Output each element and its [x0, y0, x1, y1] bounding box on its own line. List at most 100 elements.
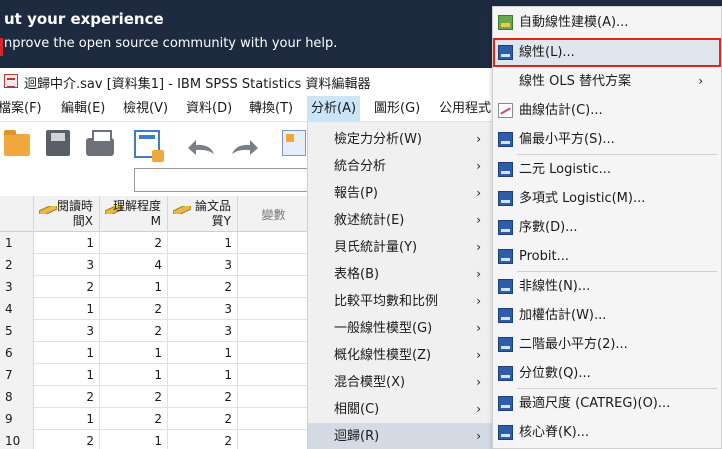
save-icon[interactable] — [46, 130, 70, 156]
menu-utilities[interactable]: 公用程式 — [435, 96, 495, 122]
table-cell[interactable]: 2 — [100, 408, 168, 430]
table-cell[interactable]: 2 — [168, 386, 238, 408]
table-cell[interactable]: 3 — [168, 298, 238, 320]
print-icon[interactable] — [86, 130, 114, 156]
menu-item-correlate[interactable]: 相關(C) › — [308, 396, 495, 423]
row-number[interactable]: 7 — [0, 364, 34, 386]
open-folder-icon[interactable] — [4, 130, 30, 156]
table-cell[interactable]: 1 — [34, 232, 100, 254]
table-cell[interactable]: 2 — [34, 276, 100, 298]
table-cell[interactable]: 1 — [34, 342, 100, 364]
menu-item-general-linear-model[interactable]: 一般線性模型(G) › — [308, 315, 495, 342]
row-number[interactable]: 5 — [0, 320, 34, 342]
table-cell[interactable]: 1 — [100, 430, 168, 449]
table-cell[interactable]: 3 — [168, 320, 238, 342]
menu-item-generalized-linear-models[interactable]: 概化線性模型(Z) › — [308, 342, 495, 369]
menu-item-partial-least-squares[interactable]: 偏最小平方(S)... — [493, 125, 721, 154]
row-number[interactable]: 6 — [0, 342, 34, 364]
menu-item-multinomial-logistic[interactable]: 多項式 Logistic(M)... — [493, 184, 721, 213]
chevron-right-icon: › — [476, 348, 481, 362]
menu-item-curve-estimation[interactable]: 曲線估計(C)... — [493, 96, 721, 125]
menu-item-reports[interactable]: 報告(P) › — [308, 180, 495, 207]
menu-item-descriptive-statistics[interactable]: 敘述統計(E) › — [308, 207, 495, 234]
menu-analyze[interactable]: 分析(A) — [307, 96, 361, 122]
table-cell[interactable]: 3 — [168, 254, 238, 276]
menu-item-linear[interactable]: 線性(L)... — [493, 38, 721, 67]
recall-dialog-icon[interactable] — [134, 130, 164, 162]
row-number[interactable]: 3 — [0, 276, 34, 298]
menu-item-regression[interactable]: 迴歸(R) › — [308, 423, 495, 449]
table-cell[interactable]: 1 — [34, 408, 100, 430]
row-number[interactable]: 1 — [0, 232, 34, 254]
row-number[interactable]: 9 — [0, 408, 34, 430]
table-cell[interactable]: 2 — [34, 386, 100, 408]
menu-item-compare-means[interactable]: 比較平均數和比例 › — [308, 288, 495, 315]
menu-data[interactable]: 資料(D) — [182, 96, 236, 122]
menu-graphs[interactable]: 圖形(G) — [370, 96, 424, 122]
menu-item-mixed-models[interactable]: 混合模型(X) › — [308, 369, 495, 396]
table-cell[interactable]: 1 — [168, 364, 238, 386]
menu-item-kernel-ridge[interactable]: 核心脊(K)... — [493, 418, 721, 447]
curve-estimation-icon — [498, 103, 513, 118]
menu-transform[interactable]: 轉換(T) — [245, 96, 297, 122]
table-cell[interactable]: 2 — [168, 430, 238, 449]
table-cell[interactable]: 1 — [34, 364, 100, 386]
table-cell[interactable]: 2 — [100, 298, 168, 320]
menu-item-ordinal[interactable]: 序數(D)... — [493, 213, 721, 242]
table-cell[interactable]: 4 — [100, 254, 168, 276]
cell-editor-input[interactable] — [134, 168, 310, 192]
table-cell[interactable]: 2 — [100, 386, 168, 408]
menu-item-probit[interactable]: Probit... — [493, 242, 721, 271]
menu-item-label: 最適尺度 (CATREG)(O)... — [519, 396, 671, 411]
table-cell[interactable]: 2 — [168, 408, 238, 430]
data-grid: 閱讀時 間X 理解程度 M 論文品 質Y 變數 1 1 2 1 2 3 4 3 — [0, 196, 310, 449]
menu-item-two-stage-least-squares[interactable]: 二階最小平方(2)... — [493, 330, 721, 359]
go-to-case-icon[interactable] — [282, 130, 306, 156]
menu-item-bayesian-statistics[interactable]: 貝氏統計量(Y) › — [308, 234, 495, 261]
menu-item-quantile[interactable]: 分位數(Q)... — [493, 359, 721, 388]
table-cell[interactable]: 1 — [168, 232, 238, 254]
row-number[interactable]: 2 — [0, 254, 34, 276]
chevron-right-icon: › — [476, 213, 481, 227]
row-number[interactable]: 10 — [0, 430, 34, 449]
menu-item-label: 自動線性建模(A)... — [519, 15, 629, 30]
menu-item-linear-ols-alternatives[interactable]: 線性 OLS 替代方案 › — [493, 67, 721, 96]
menu-item-power-analysis[interactable]: 檢定力分析(W) › — [308, 126, 495, 153]
menu-item-weight-estimation[interactable]: 加權估計(W)... — [493, 301, 721, 330]
column-header-empty[interactable]: 變數 — [238, 196, 310, 232]
table-cell[interactable]: 3 — [34, 320, 100, 342]
menu-edit[interactable]: 編輯(E) — [57, 96, 109, 122]
menu-item-binary-logistic[interactable]: 二元 Logistic... — [493, 155, 721, 184]
menu-item-label: 分位數(Q)... — [519, 366, 591, 381]
column-header-m[interactable]: 理解程度 M — [100, 196, 168, 232]
scale-ruler-icon — [173, 206, 191, 214]
table-row: 7 1 1 1 — [0, 364, 310, 386]
row-number[interactable]: 4 — [0, 298, 34, 320]
table-cell[interactable]: 1 — [100, 364, 168, 386]
menu-file[interactable]: 檔案(F) — [0, 96, 46, 122]
table-cell[interactable]: 2 — [34, 430, 100, 449]
menu-item-optimal-scaling[interactable]: 最適尺度 (CATREG)(O)... — [493, 389, 721, 418]
table-cell[interactable]: 1 — [34, 298, 100, 320]
menu-item-label: 非線性(N)... — [519, 279, 591, 294]
column-header-y[interactable]: 論文品 質Y — [168, 196, 238, 232]
table-cell[interactable]: 3 — [34, 254, 100, 276]
menu-item-tables[interactable]: 表格(B) › — [308, 261, 495, 288]
table-cell[interactable]: 2 — [168, 276, 238, 298]
table-cell[interactable]: 1 — [100, 276, 168, 298]
probit-icon — [498, 249, 513, 264]
menu-item-meta-analysis[interactable]: 統合分析 › — [308, 153, 495, 180]
menu-item-label: 概化線性模型(Z) — [334, 348, 432, 363]
menu-view[interactable]: 檢視(V) — [119, 96, 172, 122]
undo-icon[interactable] — [184, 136, 218, 158]
row-number[interactable]: 8 — [0, 386, 34, 408]
menu-item-automatic-linear-modeling[interactable]: 自動線性建模(A)... — [493, 8, 721, 37]
column-header-x[interactable]: 閱讀時 間X — [34, 196, 100, 232]
table-cell[interactable]: 2 — [100, 320, 168, 342]
weight-estimation-icon — [498, 308, 513, 323]
table-cell[interactable]: 1 — [100, 342, 168, 364]
menu-item-nonlinear[interactable]: 非線性(N)... — [493, 272, 721, 301]
redo-icon[interactable] — [228, 136, 262, 158]
table-cell[interactable]: 1 — [168, 342, 238, 364]
table-cell[interactable]: 2 — [100, 232, 168, 254]
